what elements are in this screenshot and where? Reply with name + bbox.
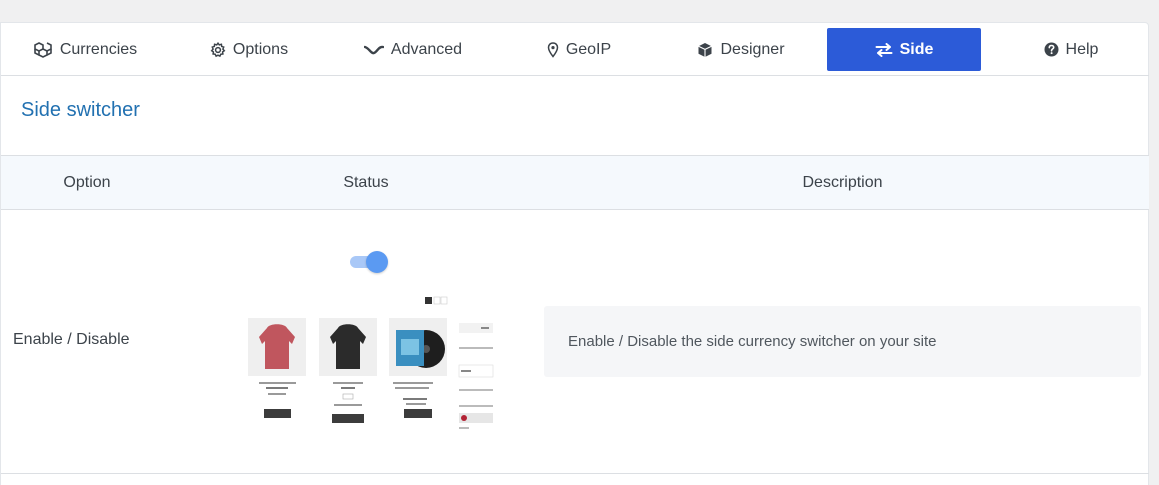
table-header: Option Status Description <box>1 155 1149 210</box>
settings-panel: Currencies Options Advanced GeoIP Design… <box>0 22 1149 485</box>
question-circle-icon <box>1044 42 1059 57</box>
tab-side-label: Side <box>899 40 934 58</box>
cubes-icon <box>33 41 53 58</box>
option-description: Enable / Disable the side currency switc… <box>544 306 1141 377</box>
switch-arrows-icon <box>875 42 893 57</box>
tab-currencies-label: Currencies <box>59 40 138 58</box>
row-divider <box>1 473 1149 474</box>
column-header-description: Description <box>802 173 883 191</box>
tab-designer[interactable]: Designer <box>683 28 799 71</box>
tab-options-label: Options <box>232 40 289 58</box>
tab-designer-label: Designer <box>720 40 785 58</box>
map-pin-icon <box>547 41 559 58</box>
tab-geoip[interactable]: GeoIP <box>533 28 625 71</box>
tab-options[interactable]: Options <box>197 28 301 71</box>
tab-currencies[interactable]: Currencies <box>21 28 149 71</box>
tab-help[interactable]: Help <box>1031 28 1111 71</box>
box-icon <box>697 42 713 58</box>
side-switcher-toggle[interactable] <box>350 251 390 273</box>
option-label: Enable / Disable <box>13 331 130 348</box>
tab-bar: Currencies Options Advanced GeoIP Design… <box>1 23 1149 76</box>
tab-advanced-label: Advanced <box>390 40 463 58</box>
tab-side[interactable]: Side <box>827 28 981 71</box>
tab-geoip-label: GeoIP <box>565 40 612 58</box>
column-header-option: Option <box>63 173 111 191</box>
wave-icon <box>363 44 384 56</box>
column-header-status: Status <box>343 173 389 191</box>
side-switcher-preview-image <box>245 295 494 433</box>
tab-help-label: Help <box>1065 40 1099 58</box>
tab-advanced[interactable]: Advanced <box>351 28 475 71</box>
toggle-knob <box>366 251 388 273</box>
gear-icon <box>210 41 226 58</box>
section-title: Side switcher <box>21 99 140 121</box>
